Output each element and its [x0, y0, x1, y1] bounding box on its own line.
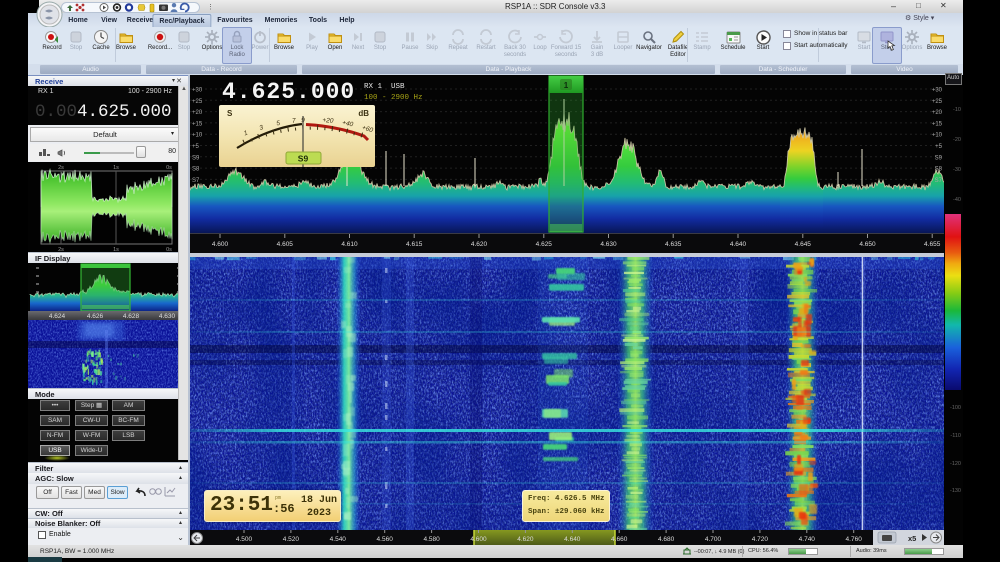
svg-text:+15: +15 — [932, 121, 943, 127]
svg-text:4.625: 4.625 — [536, 241, 553, 248]
svg-text:S9: S9 — [935, 155, 943, 161]
svg-text:2s: 2s — [58, 165, 64, 171]
svg-text:4.680: 4.680 — [658, 536, 675, 543]
svg-text:4.624: 4.624 — [49, 313, 66, 320]
svg-text:4.580: 4.580 — [423, 536, 440, 543]
svg-text:+20: +20 — [932, 110, 943, 116]
svg-text:4.760: 4.760 — [846, 536, 863, 543]
svg-text:+25: +25 — [932, 99, 943, 105]
svg-text:1: 1 — [564, 81, 569, 90]
svg-text:4.626: 4.626 — [87, 313, 104, 320]
svg-text:+20: +20 — [322, 117, 334, 125]
svg-text:+5: +5 — [192, 144, 200, 150]
svg-text:4.630: 4.630 — [600, 241, 617, 248]
svg-text:4.700: 4.700 — [705, 536, 722, 543]
svg-text:1s: 1s — [113, 165, 119, 171]
svg-text:4.650: 4.650 — [859, 241, 876, 248]
svg-text:S8: S8 — [192, 167, 200, 173]
svg-text:+10: +10 — [192, 133, 203, 139]
svg-text:x5: x5 — [908, 534, 916, 543]
svg-text:0s: 0s — [166, 165, 172, 171]
svg-text:4.630: 4.630 — [159, 313, 176, 320]
svg-text:S7: S7 — [192, 178, 200, 184]
svg-text:4.628: 4.628 — [123, 313, 140, 320]
svg-text:+5: +5 — [935, 144, 943, 150]
svg-text:4.520: 4.520 — [283, 536, 300, 543]
svg-text:+10: +10 — [932, 133, 943, 139]
svg-text:4.660: 4.660 — [611, 536, 628, 543]
svg-text:+30: +30 — [192, 88, 203, 94]
svg-text:+15: +15 — [192, 121, 203, 127]
svg-text:+25: +25 — [192, 99, 203, 105]
svg-text:4.540: 4.540 — [330, 536, 347, 543]
svg-text:S7: S7 — [935, 178, 943, 184]
svg-text:S8: S8 — [935, 167, 943, 173]
svg-text:4.635: 4.635 — [665, 241, 682, 248]
svg-text:+20: +20 — [192, 110, 203, 116]
svg-text:4.720: 4.720 — [752, 536, 769, 543]
svg-text:4.640: 4.640 — [564, 536, 581, 543]
svg-text:4.600: 4.600 — [212, 241, 229, 248]
svg-text:S: S — [227, 109, 233, 118]
svg-text:dB: dB — [358, 109, 369, 118]
svg-text:4.610: 4.610 — [341, 241, 358, 248]
svg-text:4.620: 4.620 — [471, 241, 488, 248]
svg-text:4.740: 4.740 — [799, 536, 816, 543]
svg-text:4.620: 4.620 — [517, 536, 534, 543]
svg-text:4.560: 4.560 — [377, 536, 394, 543]
svg-text:4.640: 4.640 — [730, 241, 747, 248]
svg-text:S9: S9 — [192, 155, 200, 161]
svg-text:4.500: 4.500 — [236, 536, 253, 543]
svg-text:S9: S9 — [298, 154, 309, 164]
svg-text:4.615: 4.615 — [406, 241, 423, 248]
svg-text:4.605: 4.605 — [277, 241, 294, 248]
svg-text:4.655: 4.655 — [924, 241, 941, 248]
svg-text:+30: +30 — [932, 88, 943, 94]
svg-text:4.600: 4.600 — [470, 536, 487, 543]
svg-text:4.645: 4.645 — [795, 241, 812, 248]
